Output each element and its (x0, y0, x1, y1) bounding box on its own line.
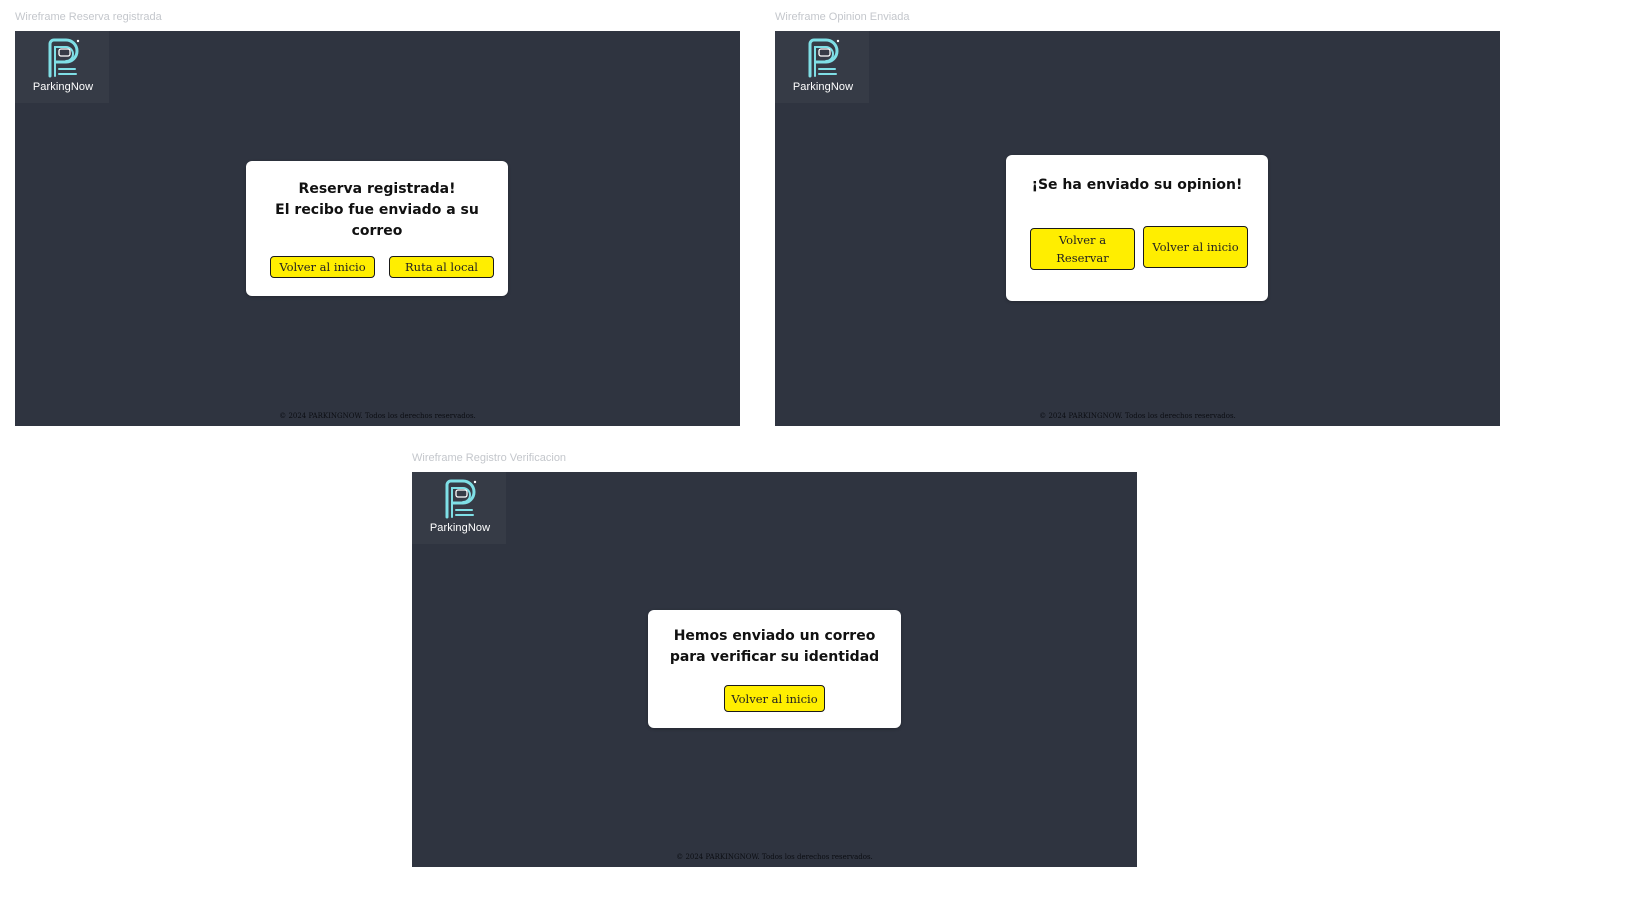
dialog-title: ¡Se ha enviado su opinion! (1006, 175, 1268, 196)
frame-opinion-enviada: ParkingNow ¡Se ha enviado su opinion! Vo… (775, 31, 1500, 426)
frame-registro-verificacion: ParkingNow Hemos enviado un correo para … (412, 472, 1137, 867)
frame-label-verificacion[interactable]: Wireframe Registro Verificacion (412, 452, 566, 464)
opinion-confirmation-dialog: ¡Se ha enviado su opinion! Volver a Rese… (1006, 155, 1268, 301)
verification-dialog: Hemos enviado un correo para verificar s… (648, 610, 901, 728)
dialog-title-line: para verificar su identidad (669, 649, 880, 665)
volver-al-inicio-button[interactable]: Volver al inicio (1143, 226, 1248, 268)
parking-p-car-icon (48, 38, 80, 78)
ruta-al-local-button[interactable]: Ruta al local (389, 256, 494, 278)
frame-label-reserva[interactable]: Wireframe Reserva registrada (15, 11, 162, 23)
brand-name: ParkingNow (429, 522, 491, 534)
dialog-title: Reserva registrada! El recibo fue enviad… (246, 179, 508, 242)
dialog-title: Hemos enviado un correo para verificar s… (648, 626, 901, 668)
brand-name: ParkingNow (792, 81, 854, 93)
volver-a-reservar-button[interactable]: Volver a Reservar (1030, 228, 1135, 270)
dialog-title-line: ¡Se ha enviado su opinion! (1031, 177, 1243, 193)
dialog-title-line: El recibo fue enviado a su (275, 202, 479, 218)
reserva-confirmation-dialog: Reserva registrada! El recibo fue enviad… (246, 161, 508, 296)
brand-logo[interactable]: ParkingNow (15, 31, 109, 103)
footer-copyright: © 2024 PARKINGNOW. Todos los derechos re… (279, 412, 476, 420)
dialog-title-line: Reserva registrada! (298, 181, 456, 197)
parking-p-car-icon (445, 479, 477, 519)
parking-p-car-icon (808, 38, 840, 78)
dialog-title-line: Hemos enviado un correo (673, 628, 876, 644)
brand-name: ParkingNow (32, 81, 94, 93)
dialog-title-line: correo (351, 223, 403, 239)
footer-copyright: © 2024 PARKINGNOW. Todos los derechos re… (1039, 412, 1236, 420)
design-canvas: Wireframe Reserva registrada ParkingNow … (0, 0, 1646, 919)
frame-reserva-registrada: ParkingNow Reserva registrada! El recibo… (15, 31, 740, 426)
brand-logo[interactable]: ParkingNow (412, 472, 506, 544)
brand-logo[interactable]: ParkingNow (775, 31, 869, 103)
volver-al-inicio-button[interactable]: Volver al inicio (270, 256, 375, 278)
frame-label-opinion[interactable]: Wireframe Opinion Enviada (775, 11, 910, 23)
volver-al-inicio-button[interactable]: Volver al inicio (724, 685, 825, 712)
footer-copyright: © 2024 PARKINGNOW. Todos los derechos re… (676, 853, 873, 861)
